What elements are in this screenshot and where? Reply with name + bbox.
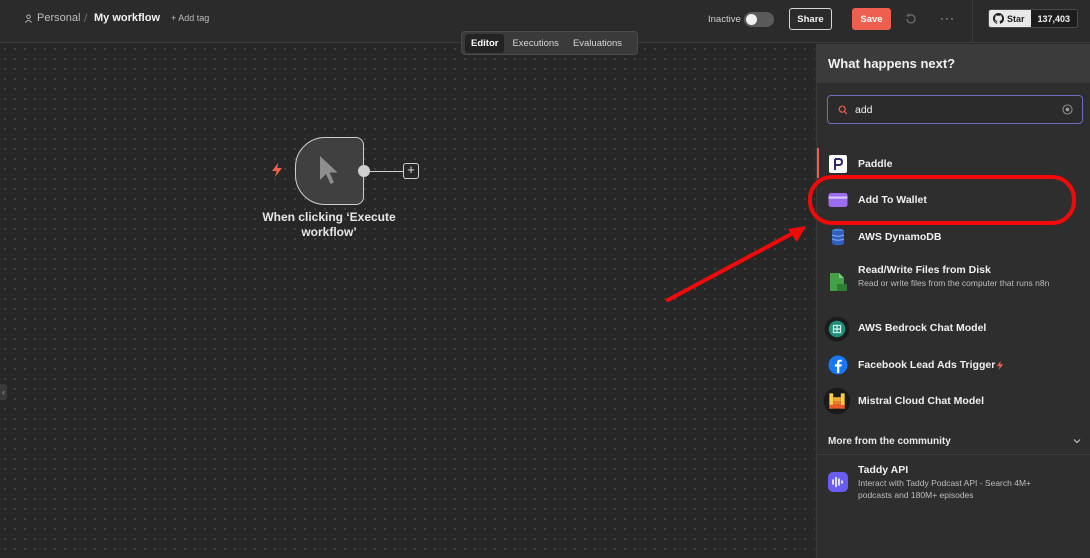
- github-star-left: Star: [989, 10, 1031, 27]
- taddy-icon: [828, 472, 848, 492]
- workflow-status-label: Inactive: [708, 14, 741, 25]
- mistral-icon: [823, 387, 851, 415]
- share-button[interactable]: Share: [789, 8, 832, 30]
- result-name: AWS Bedrock Chat Model: [858, 322, 987, 334]
- toggle-knob: [746, 14, 757, 25]
- trigger-bolt-icon: [996, 361, 1004, 370]
- view-tabs: Editor Executions Evaluations: [461, 31, 638, 55]
- project-name: Personal: [37, 12, 81, 24]
- list-item[interactable]: AWS Bedrock Chat Model: [817, 315, 1090, 342]
- github-icon: [993, 13, 1004, 24]
- search-input[interactable]: [855, 102, 1055, 118]
- file-disk-icon: [830, 273, 847, 291]
- list-item[interactable]: Facebook Lead Ads Trigger: [817, 352, 1090, 378]
- collapse-sidebar-icon[interactable]: ‹: [0, 384, 7, 400]
- result-description: Read or write files from the computer th…: [858, 278, 1050, 288]
- tab-editor[interactable]: Editor: [465, 33, 505, 53]
- cursor-icon: [320, 156, 338, 184]
- github-star-count: 137,403: [1030, 10, 1078, 27]
- add-node-button[interactable]: +: [403, 163, 419, 179]
- panel-title: What happens next?: [828, 56, 956, 71]
- list-item[interactable]: AWS DynamoDB: [817, 224, 1090, 250]
- panel-header: What happens next?: [817, 44, 1090, 83]
- clear-search-icon[interactable]: [1062, 104, 1073, 115]
- workflow-name[interactable]: My workflow: [94, 12, 160, 24]
- list-item[interactable]: Mistral Cloud Chat Model: [817, 387, 1090, 415]
- user-icon: [24, 13, 33, 23]
- breadcrumb-separator: /: [84, 11, 88, 25]
- result-name: Taddy API: [858, 464, 909, 476]
- list-item[interactable]: Paddle: [817, 151, 1090, 177]
- manual-trigger-node[interactable]: [295, 137, 364, 205]
- more-options-icon[interactable]: ···: [940, 11, 955, 25]
- annotation-highlight: [808, 175, 1076, 225]
- result-name: Read/Write Files from Disk: [858, 264, 991, 276]
- active-toggle[interactable]: [744, 12, 774, 27]
- chevron-down-icon[interactable]: [1072, 436, 1082, 446]
- aws-bedrock-icon: [824, 316, 850, 342]
- node-search[interactable]: [827, 95, 1083, 124]
- list-item[interactable]: Taddy API Interact with Taddy Podcast AP…: [817, 462, 1090, 506]
- tab-executions[interactable]: Executions: [506, 34, 564, 53]
- tab-evaluations[interactable]: Evaluations: [567, 34, 628, 53]
- trigger-bolt-icon: [272, 163, 282, 177]
- search-icon: [838, 105, 848, 115]
- node-creator-panel: What happens next? Paddle Add To Wallet …: [816, 44, 1090, 558]
- divider: [817, 454, 1090, 455]
- result-name: Mistral Cloud Chat Model: [858, 395, 984, 407]
- header-divider: [972, 0, 973, 43]
- breadcrumb-project[interactable]: Personal: [24, 12, 80, 24]
- result-description: Interact with Taddy Podcast API - Search…: [858, 478, 1032, 500]
- dynamodb-icon: [831, 228, 845, 246]
- annotation-arrow: [666, 226, 806, 302]
- list-item[interactable]: Read/Write Files from Disk Read or write…: [817, 262, 1090, 306]
- community-heading[interactable]: More from the community: [828, 436, 951, 447]
- save-button[interactable]: Save: [852, 8, 891, 30]
- github-star-button[interactable]: Star 137,403: [988, 9, 1079, 28]
- facebook-icon: [828, 355, 848, 375]
- result-name: Paddle: [858, 158, 893, 170]
- node-label: When clicking ‘Execute workflow’: [262, 210, 396, 239]
- result-name: AWS DynamoDB: [858, 231, 942, 243]
- add-tag-button[interactable]: + Add tag: [171, 13, 209, 23]
- paddle-icon: [829, 155, 847, 173]
- node-connector-line: [368, 170, 404, 172]
- result-name: Facebook Lead Ads Trigger: [858, 359, 996, 371]
- github-star-label: Star: [1007, 13, 1025, 24]
- history-icon[interactable]: [904, 12, 918, 26]
